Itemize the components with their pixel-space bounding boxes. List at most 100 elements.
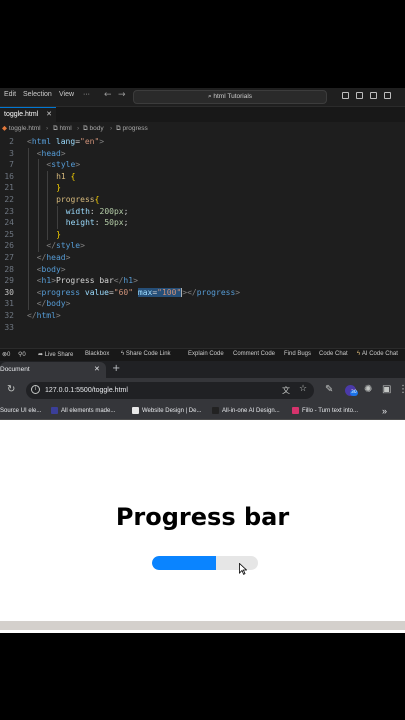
bookmark-star-icon[interactable]: ☆ (299, 384, 307, 394)
comment-code-status[interactable]: Comment Code (233, 351, 275, 357)
code-line[interactable]: 3 <head> (0, 147, 405, 160)
indent-guide (28, 205, 29, 218)
code-line[interactable]: 28 <body> (0, 263, 405, 276)
menu-icon[interactable]: ⋮ (398, 384, 405, 396)
code-token: h1 (56, 171, 66, 181)
code-token: h1 (123, 276, 134, 286)
ports-status[interactable]: ⚲0 (18, 351, 26, 358)
code-line[interactable]: 16 h1 { (0, 170, 405, 183)
menu-selection[interactable]: Selection (23, 91, 52, 98)
code-line[interactable]: 7 <style> (0, 159, 405, 171)
address-bar[interactable]: i 127.0.0.1:5500/toggle.html 文 ☆ (26, 382, 314, 399)
bookmark-label: Fillo - Turn text into... (302, 408, 359, 414)
code-line[interactable]: 24 height: 50px; (0, 217, 405, 229)
pen-icon[interactable]: ✎ (325, 384, 333, 396)
code-token: </ (36, 253, 47, 262)
line-number: 22 (4, 195, 14, 204)
toggle-secondary-sidebar-icon[interactable] (370, 92, 377, 99)
code-text: width: 200px; (66, 206, 129, 218)
back-arrow-icon[interactable]: ← (104, 90, 112, 100)
element-icon: ⧉ (83, 125, 88, 132)
forward-arrow-icon[interactable]: → (118, 90, 126, 100)
code-token: { (70, 171, 76, 181)
breadcrumb-html[interactable]: ⧉ html (53, 123, 72, 135)
blackbox-status[interactable]: Blackbox (85, 351, 109, 357)
code-token: progress (41, 287, 81, 297)
code-text: </style> (46, 240, 85, 252)
code-token: "100" (157, 287, 182, 297)
bookmark-item[interactable]: All-in-one AI Design... (212, 403, 280, 419)
bookmark-item[interactable]: Website Design | De... (132, 403, 201, 419)
code-text: </body> (37, 298, 71, 310)
code-token: > (65, 299, 71, 309)
code-line[interactable]: 23 width: 200px; (0, 205, 405, 218)
toggle-sidebar-icon[interactable] (342, 92, 349, 99)
extensions-puzzle-icon[interactable]: ▣ (382, 384, 391, 396)
code-chat-status[interactable]: Code Chat (319, 351, 348, 357)
bookmark-favicon-icon (292, 406, 299, 414)
command-center-search[interactable]: ⌕ html Tutorials (133, 90, 327, 104)
translate-icon[interactable]: 文 (282, 385, 290, 396)
code-token: > (133, 276, 138, 286)
code-editor[interactable]: 2 <html lang="en"> 3 <head> 7 <style> 16 h1 {21… (0, 135, 405, 348)
site-info-icon[interactable]: i (31, 385, 40, 394)
bookmark-item[interactable]: All elements made... (51, 403, 115, 419)
line-number: 23 (4, 206, 14, 216)
menu-more[interactable]: ··· (83, 91, 90, 98)
code-line[interactable]: 29 <h1>Progress bar</h1> (0, 275, 405, 287)
code-token: progress (196, 287, 236, 297)
indent-guide (57, 205, 59, 218)
code-token: body (46, 299, 66, 309)
ai-code-chat-status[interactable]: ϟ AI Code Chat (357, 351, 398, 357)
code-line[interactable]: 30 <progress value="60" max="100"></progr… (0, 286, 405, 299)
bookmark-label: All-in-one AI Design... (222, 408, 280, 414)
code-token: > (99, 137, 105, 146)
breadcrumb: ◆ toggle.html › ⧉ html › ⧉ body › ⧉ prog… (0, 123, 405, 135)
new-tab-icon[interactable]: + (112, 362, 120, 376)
line-number: 28 (4, 264, 14, 274)
breadcrumb-file[interactable]: ◆ toggle.html (2, 123, 41, 135)
browser-tab-document[interactable]: Document ✕ (0, 362, 106, 378)
code-token: style (51, 160, 76, 170)
customize-layout-icon[interactable] (384, 92, 391, 99)
code-token: : (94, 218, 105, 228)
reload-icon[interactable]: ↻ (7, 384, 15, 396)
indent-guide (28, 286, 29, 299)
find-bugs-status[interactable]: Find Bugs (284, 351, 311, 357)
vscode-window: Edit Selection View ··· ← → ⌕ html Tutor… (0, 88, 405, 361)
code-line[interactable]: 33 (0, 322, 405, 334)
breadcrumb-body[interactable]: ⧉ body (83, 123, 104, 135)
browser-tab-title: Document (0, 366, 30, 373)
code-token: > (55, 311, 61, 320)
indent-guide (57, 217, 59, 229)
close-icon[interactable]: ✕ (94, 362, 100, 378)
breadcrumb-progress[interactable]: ⧉ progress (116, 123, 148, 135)
share-code-status[interactable]: ϟ Share Code Link (121, 351, 171, 357)
code-line[interactable]: 22 progress{ (0, 194, 405, 206)
live-share-status[interactable]: ➦ Live Share (38, 351, 73, 358)
code-line[interactable]: 2 <html lang="en"> (0, 136, 405, 148)
code-line[interactable]: 27 </head> (0, 252, 405, 264)
code-text: <h1>Progress bar</h1> (37, 275, 138, 287)
code-line[interactable]: 21} (0, 182, 405, 194)
code-line[interactable]: 32 </html> (0, 310, 405, 322)
menu-view[interactable]: View (59, 91, 74, 98)
plug-icon: ϟ (121, 351, 125, 357)
bookmarks-overflow-icon[interactable]: » (382, 403, 387, 419)
close-icon[interactable]: ✕ (46, 108, 52, 121)
line-number: 16 (4, 171, 14, 181)
bookmark-item[interactable]: Fillo - Turn text into... (292, 403, 358, 419)
code-token: "60" (113, 287, 134, 297)
tab-toggle-html[interactable]: toggle.html ✕ (0, 107, 56, 122)
code-text: <head> (37, 148, 66, 160)
code-line[interactable]: 31 </body> (0, 298, 405, 310)
problems-status[interactable]: ⊗0 (2, 351, 10, 358)
command-center-label: html Tutorials (213, 93, 253, 100)
menu-edit[interactable]: Edit (4, 91, 16, 98)
explain-code-status[interactable]: Explain Code (188, 351, 224, 357)
code-line[interactable]: 26 </style> (0, 240, 405, 252)
toggle-panel-icon[interactable] (356, 92, 363, 99)
bookmark-item[interactable]: Source UI ele... (0, 403, 41, 419)
lightbulb-icon[interactable]: ✺ (364, 384, 372, 396)
code-line[interactable]: 25} (0, 228, 405, 241)
